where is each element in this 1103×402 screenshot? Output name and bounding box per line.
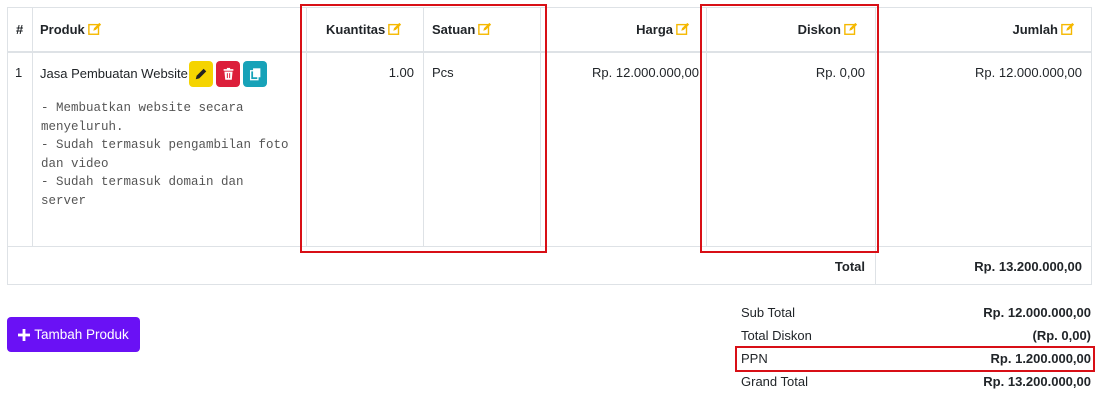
- add-product-button[interactable]: Tambah Produk: [7, 317, 140, 352]
- edit-icon[interactable]: [1061, 22, 1075, 36]
- highlight-discount: [700, 4, 879, 253]
- discount-total-value: (Rp. 0,00): [1032, 328, 1091, 343]
- subtotal-label: Sub Total: [741, 305, 795, 320]
- header-amount-label: Jumlah: [1012, 22, 1058, 37]
- trash-icon: [223, 67, 233, 80]
- header-amount: Jumlah: [1012, 22, 1075, 37]
- delete-button[interactable]: [216, 61, 240, 87]
- col-divider: [32, 7, 33, 247]
- row-bottom-border: [7, 246, 1092, 247]
- product-name: Jasa Pembuatan Website: [40, 66, 188, 81]
- edit-icon[interactable]: [676, 22, 690, 36]
- highlight-qty-unit: [300, 4, 547, 253]
- header-price: Harga: [636, 22, 690, 37]
- product-description: - Membuatkan website secara menyeluruh. …: [41, 101, 289, 208]
- plus-icon: [18, 328, 31, 341]
- pencil-icon: [195, 68, 207, 80]
- edit-button[interactable]: [189, 61, 213, 87]
- copy-icon: [249, 68, 260, 81]
- total-label: Total: [834, 259, 865, 274]
- header-no: #: [16, 22, 24, 37]
- discount-total-label: Total Diskon: [741, 328, 812, 343]
- table-top-border: [7, 7, 1092, 8]
- table-right-border: [1091, 7, 1092, 285]
- price-value[interactable]: Rp. 12.000.000,00: [592, 65, 699, 80]
- edit-icon[interactable]: [87, 22, 102, 36]
- grand-total-value: Rp. 13.200.000,00: [983, 374, 1091, 389]
- table-left-border: [7, 7, 8, 285]
- add-product-label: Tambah Produk: [34, 327, 129, 342]
- total-value: Rp. 13.200.000,00: [974, 259, 1082, 274]
- tax-value: Rp. 1.200.000,00: [990, 351, 1091, 366]
- duplicate-button[interactable]: [243, 61, 267, 87]
- header-bottom-border: [7, 51, 1092, 53]
- header-price-label: Harga: [636, 22, 673, 37]
- amount-value: Rp. 12.000.000,00: [975, 65, 1082, 80]
- header-product-label: Produk: [40, 22, 85, 37]
- grand-total-label: Grand Total: [741, 374, 808, 389]
- table-bottom-border: [7, 284, 1092, 285]
- row-number: 1: [15, 65, 23, 80]
- subtotal-value: Rp. 12.000.000,00: [983, 305, 1091, 320]
- tax-label: PPN: [741, 351, 768, 366]
- header-product: Produk: [40, 22, 102, 37]
